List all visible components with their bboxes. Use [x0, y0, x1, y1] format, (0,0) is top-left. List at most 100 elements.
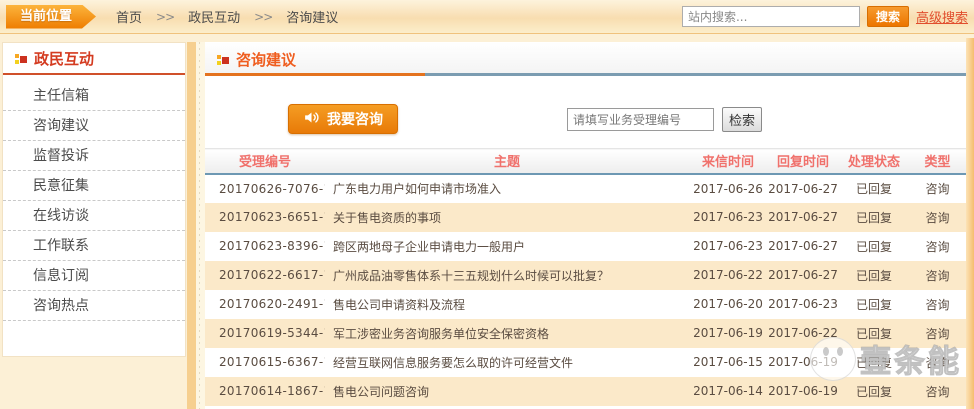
replied-date-cell: 2017-06-19 [767, 348, 839, 377]
squares-icon [15, 52, 28, 65]
type-cell: 咨询 [909, 174, 966, 203]
replied-date-cell: 2017-06-27 [767, 261, 839, 290]
site-search-input[interactable] [682, 6, 860, 27]
table-row[interactable]: 20170623-8396-126618 跨区两地母子企业申请电力一般用户 20… [205, 232, 966, 261]
sidebar-item[interactable]: 主任信箱 [3, 81, 185, 111]
speaker-icon [303, 109, 320, 130]
col-header-replied: 回复时间 [767, 149, 839, 174]
sidebar-item[interactable]: 民意征集 [3, 171, 185, 201]
sidebar-menu: 主任信箱 咨询建议 监督投诉 民意征集 在线访谈 工作联系 信息订阅 咨询热点 [3, 75, 185, 321]
sidebar-title: 政民互动 [34, 48, 94, 69]
squares-icon [217, 53, 230, 66]
status-cell: 已回复 [839, 348, 909, 377]
breadcrumb-separator: >> [156, 10, 174, 24]
subject-link[interactable]: 广东电力用户如何申请市场准入 [333, 182, 501, 196]
subject-link[interactable]: 经营互联网信息服务要怎么取的许可经营文件 [333, 356, 573, 370]
subject-link[interactable]: 售电公司问题咨询 [333, 385, 429, 399]
replied-date-cell: 2017-06-23 [767, 290, 839, 319]
sidebar-item[interactable]: 工作联系 [3, 231, 185, 261]
col-header-received: 来信时间 [689, 149, 767, 174]
case-id-cell: 20170626-7076-126630 [205, 174, 325, 203]
table-row[interactable]: 20170623-6651-126619 关于售电资质的事项 2017-06-2… [205, 203, 966, 232]
main-panel: 咨询建议 我要咨询 检索 受理编号 主题 来信时间 回复时间 处理状态 类型 2… [205, 42, 966, 409]
table-row[interactable]: 20170620-2491-126583 售电公司申请资料及流程 2017-06… [205, 290, 966, 319]
table-row[interactable]: 20170619-5344-126572 军工涉密业务咨询服务单位安全保密资格 … [205, 319, 966, 348]
received-date-cell: 2017-06-20 [689, 290, 767, 319]
sidebar-item[interactable]: 监督投诉 [3, 141, 185, 171]
subject-link[interactable]: 售电公司申请资料及流程 [333, 298, 465, 312]
consult-button-label: 我要咨询 [327, 109, 383, 129]
toolbar: 我要咨询 检索 [205, 76, 966, 148]
replied-date-cell: 2017-06-19 [767, 377, 839, 406]
breadcrumb: 首页 >> 政民互动 >> 咨询建议 [116, 7, 338, 26]
sidebar-item[interactable]: 咨询热点 [3, 291, 185, 321]
sidebar-item[interactable]: 咨询建议 [3, 111, 185, 141]
breadcrumb-current-page: 咨询建议 [286, 7, 338, 26]
advanced-search-link[interactable]: 高级搜索 [916, 7, 968, 26]
type-cell: 咨询 [909, 319, 966, 348]
site-search-area: 搜索 高级搜索 [682, 6, 968, 27]
current-location-ribbon: 当前位置 [6, 5, 96, 29]
type-cell: 咨询 [909, 377, 966, 406]
page-title: 咨询建议 [236, 49, 296, 70]
consultation-table: 受理编号 主题 来信时间 回复时间 处理状态 类型 20170626-7076-… [205, 148, 966, 406]
received-date-cell: 2017-06-23 [689, 203, 767, 232]
sidebar-item[interactable]: 信息订阅 [3, 261, 185, 291]
subject-link[interactable]: 军工涉密业务咨询服务单位安全保密资格 [333, 327, 549, 341]
right-edge-strip [966, 38, 974, 409]
type-cell: 咨询 [909, 261, 966, 290]
col-header-case-id: 受理编号 [205, 149, 325, 174]
received-date-cell: 2017-06-19 [689, 319, 767, 348]
sidebar-header: 政民互动 [3, 43, 185, 75]
case-id-cell: 20170622-6617-126610 [205, 261, 325, 290]
replied-date-cell: 2017-06-27 [767, 203, 839, 232]
table-row[interactable]: 20170626-7076-126630 广东电力用户如何申请市场准入 2017… [205, 174, 966, 203]
col-header-status: 处理状态 [839, 149, 909, 174]
status-cell: 已回复 [839, 377, 909, 406]
col-header-subject: 主题 [325, 149, 689, 174]
table-row[interactable]: 20170615-6367-126565 经营互联网信息服务要怎么取的许可经营文… [205, 348, 966, 377]
case-id-cell: 20170620-2491-126583 [205, 290, 325, 319]
status-cell: 已回复 [839, 174, 909, 203]
subject-link[interactable]: 广州成品油零售体系十三五规划什么时候可以批复？ [333, 269, 609, 283]
case-number-input[interactable] [567, 108, 714, 131]
retrieve-button[interactable]: 检索 [722, 107, 762, 132]
panel-divider [187, 42, 205, 409]
table-row[interactable]: 20170614-1867-126557 售电公司问题咨询 2017-06-14… [205, 377, 966, 406]
breadcrumb-section-link[interactable]: 政民互动 [188, 7, 240, 26]
subject-link[interactable]: 关于售电资质的事项 [333, 211, 441, 225]
status-cell: 已回复 [839, 319, 909, 348]
status-cell: 已回复 [839, 203, 909, 232]
sidebar: 政民互动 主任信箱 咨询建议 监督投诉 民意征集 在线访谈 工作联系 信息订阅 … [2, 42, 186, 357]
replied-date-cell: 2017-06-22 [767, 319, 839, 348]
received-date-cell: 2017-06-23 [689, 232, 767, 261]
type-cell: 咨询 [909, 203, 966, 232]
status-cell: 已回复 [839, 261, 909, 290]
received-date-cell: 2017-06-26 [689, 174, 767, 203]
status-cell: 已回复 [839, 290, 909, 319]
status-cell: 已回复 [839, 232, 909, 261]
breadcrumb-separator: >> [254, 10, 272, 24]
received-date-cell: 2017-06-14 [689, 377, 767, 406]
case-id-cell: 20170615-6367-126565 [205, 348, 325, 377]
main-panel-header: 咨询建议 [205, 42, 966, 76]
case-id-cell: 20170623-6651-126619 [205, 203, 325, 232]
replied-date-cell: 2017-06-27 [767, 174, 839, 203]
type-cell: 咨询 [909, 232, 966, 261]
type-cell: 咨询 [909, 290, 966, 319]
subject-link[interactable]: 跨区两地母子企业申请电力一般用户 [333, 240, 525, 254]
i-want-to-consult-button[interactable]: 我要咨询 [288, 104, 398, 134]
sidebar-item[interactable]: 在线访谈 [3, 201, 185, 231]
type-cell: 咨询 [909, 348, 966, 377]
case-id-cell: 20170614-1867-126557 [205, 377, 325, 406]
received-date-cell: 2017-06-22 [689, 261, 767, 290]
replied-date-cell: 2017-06-27 [767, 232, 839, 261]
received-date-cell: 2017-06-15 [689, 348, 767, 377]
table-row[interactable]: 20170622-6617-126610 广州成品油零售体系十三五规划什么时候可… [205, 261, 966, 290]
breadcrumb-home-link[interactable]: 首页 [116, 7, 142, 26]
table-header-row: 受理编号 主题 来信时间 回复时间 处理状态 类型 [205, 149, 966, 174]
case-id-cell: 20170623-8396-126618 [205, 232, 325, 261]
col-header-type: 类型 [909, 149, 966, 174]
top-breadcrumb-bar: 当前位置 首页 >> 政民互动 >> 咨询建议 搜索 高级搜索 [0, 0, 974, 34]
site-search-button[interactable]: 搜索 [867, 6, 909, 27]
